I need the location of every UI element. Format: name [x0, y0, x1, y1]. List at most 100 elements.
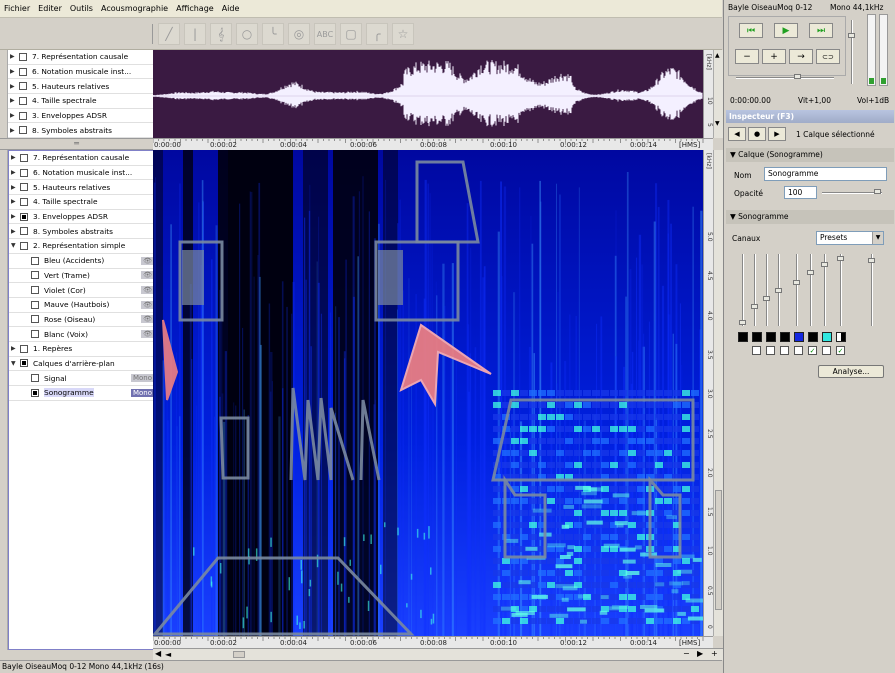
- color-swatch[interactable]: [822, 332, 832, 342]
- rect-tool-icon[interactable]: ▢: [340, 23, 362, 45]
- scroll-up-icon[interactable]: ▲: [715, 52, 720, 59]
- color-swatch[interactable]: [808, 332, 818, 342]
- layer-row[interactable]: ▶ 8. Symboles abstraits: [9, 224, 157, 240]
- channel-slider[interactable]: [796, 254, 798, 326]
- layer-visibility-checkbox[interactable]: [20, 241, 28, 250]
- menu-item[interactable]: Fichier: [0, 0, 34, 18]
- layer-row[interactable]: Signal Mono: [9, 371, 157, 386]
- layer-visibility-checkbox[interactable]: [31, 286, 39, 295]
- collapsed-triangle-icon[interactable]: ▶: [10, 53, 19, 60]
- chevron-down-icon[interactable]: ▼: [872, 232, 883, 244]
- volume-slider[interactable]: [851, 20, 853, 84]
- curve-tool-icon[interactable]: ╰: [262, 23, 284, 45]
- layer-visibility-checkbox[interactable]: [31, 256, 39, 265]
- layer-row[interactable]: Sonogramme Mono: [9, 386, 157, 401]
- minus-button[interactable]: −: [735, 49, 759, 64]
- forward-button[interactable]: →: [789, 49, 813, 64]
- opacity-slider[interactable]: [822, 192, 882, 194]
- collapsed-triangle-icon[interactable]: ▶: [10, 127, 19, 134]
- layer-visibility-checkbox[interactable]: [31, 330, 39, 339]
- layer-visibility-checkbox[interactable]: [20, 153, 28, 162]
- color-swatch[interactable]: [780, 332, 790, 342]
- zoom-in-icon[interactable]: +: [711, 649, 718, 658]
- layer-visibility-checkbox[interactable]: [19, 96, 27, 105]
- accident-fill-annotation[interactable]: [378, 250, 403, 305]
- expanded-triangle-icon[interactable]: ▼: [11, 360, 20, 367]
- layer-visibility-checkbox[interactable]: [31, 271, 39, 280]
- color-swatch[interactable]: [738, 332, 748, 342]
- layer-visibility-checkbox[interactable]: [20, 344, 28, 353]
- layer-visibility-checkbox[interactable]: [19, 52, 27, 61]
- layer-row[interactable]: ▶ 4. Taille spectrale: [9, 195, 157, 210]
- channel-checkbox[interactable]: [794, 346, 803, 355]
- layer-row[interactable]: ▼ 2. Représentation simple: [9, 239, 157, 254]
- spiral-tool-icon[interactable]: ◎: [288, 23, 310, 45]
- plus-button[interactable]: +: [762, 49, 786, 64]
- inspector-next-button[interactable]: ▶: [768, 127, 786, 141]
- loop-button[interactable]: ⊂⊃: [816, 49, 840, 64]
- layer-visibility-checkbox[interactable]: [20, 168, 28, 177]
- channel-checkbox[interactable]: ✓: [836, 346, 845, 355]
- color-swatch[interactable]: [766, 332, 776, 342]
- layer-visibility-checkbox[interactable]: [19, 111, 27, 120]
- collapsed-triangle-icon[interactable]: ▶: [11, 154, 20, 161]
- layer-row[interactable]: ▶ 3. Enveloppes ADSR: [9, 210, 157, 225]
- layer-visibility-checkbox[interactable]: [20, 183, 28, 192]
- color-swatch[interactable]: [836, 332, 846, 342]
- channel-checkbox[interactable]: [822, 346, 831, 355]
- layer-row[interactable]: ▶ 4. Taille spectrale: [8, 94, 157, 109]
- channel-slider[interactable]: [754, 254, 756, 326]
- inspector-prev-button[interactable]: ◀: [728, 127, 746, 141]
- sonogramme-section-header[interactable]: ▼ Sonogramme: [726, 210, 894, 224]
- collapsed-triangle-icon[interactable]: ▶: [10, 68, 19, 75]
- opacity-slider-thumb[interactable]: [874, 189, 881, 194]
- accident-fill-annotation[interactable]: [182, 250, 204, 305]
- horizontal-scrollbar[interactable]: ◀ ◄ − ▶ +: [153, 648, 723, 660]
- channel-slider[interactable]: [840, 254, 842, 326]
- layer-visibility-checkbox[interactable]: [19, 82, 27, 91]
- channel-slider-thumb[interactable]: [837, 256, 844, 261]
- layer-visibility-checkbox[interactable]: [20, 227, 28, 236]
- line-tool-icon[interactable]: ╱: [158, 23, 180, 45]
- channel-slider[interactable]: [742, 254, 744, 326]
- speed-slider[interactable]: [736, 77, 834, 79]
- layer-row[interactable]: ▶ 1. Repères: [9, 342, 157, 357]
- layer-row[interactable]: Rose (Oiseau) 👁: [9, 313, 157, 328]
- scroll-left-end-icon[interactable]: ◄: [165, 650, 171, 659]
- bar-tool-icon[interactable]: |: [184, 23, 206, 45]
- layer-visibility-checkbox[interactable]: [20, 359, 28, 368]
- collapsed-triangle-icon[interactable]: ▶: [11, 228, 20, 235]
- channel-checkbox[interactable]: [780, 346, 789, 355]
- inspector-center-button[interactable]: ●: [748, 127, 766, 141]
- collapsed-triangle-icon[interactable]: ▶: [11, 169, 20, 176]
- volume-slider-thumb[interactable]: [848, 33, 855, 38]
- collapsed-triangle-icon[interactable]: ▶: [11, 213, 20, 220]
- speed-slider-thumb[interactable]: [794, 74, 801, 79]
- layer-visibility-checkbox[interactable]: [31, 315, 39, 324]
- waveform-view[interactable]: [153, 50, 703, 138]
- channel-slider-thumb[interactable]: [807, 270, 814, 275]
- channel-checkbox[interactable]: [752, 346, 761, 355]
- layer-visibility-checkbox[interactable]: [31, 374, 39, 383]
- previous-button[interactable]: ⏮: [739, 23, 763, 38]
- collapsed-triangle-icon[interactable]: ▶: [11, 345, 20, 352]
- vertical-scroll-thumb[interactable]: [715, 490, 722, 610]
- presets-select[interactable]: Presets ▼: [816, 231, 884, 245]
- nom-field[interactable]: Sonogramme: [764, 167, 887, 181]
- analyse-button[interactable]: Analyse...: [818, 365, 884, 378]
- text-tool-icon[interactable]: ABC: [314, 23, 336, 45]
- layer-visibility-checkbox[interactable]: [19, 126, 27, 135]
- horizontal-scroll-thumb[interactable]: [233, 651, 245, 658]
- menu-item[interactable]: Outils: [66, 0, 97, 18]
- layer-row[interactable]: Vert (Trame) 👁: [9, 269, 157, 284]
- play-button[interactable]: ▶: [774, 23, 798, 38]
- layer-row[interactable]: ▶ 6. Notation musicale inst...: [8, 65, 157, 80]
- channel-slider-thumb[interactable]: [751, 304, 758, 309]
- channel-slider-thumb[interactable]: [821, 262, 828, 267]
- channel-slider-thumb[interactable]: [763, 296, 770, 301]
- layer-row[interactable]: Blanc (Voix) 👁: [9, 327, 157, 342]
- spectrogram-vertical-scrollbar[interactable]: [713, 150, 723, 636]
- collapsed-triangle-icon[interactable]: ▶: [10, 112, 19, 119]
- channel-checkbox[interactable]: [766, 346, 775, 355]
- layer-row[interactable]: ▶ 7. Représentation causale: [8, 50, 157, 65]
